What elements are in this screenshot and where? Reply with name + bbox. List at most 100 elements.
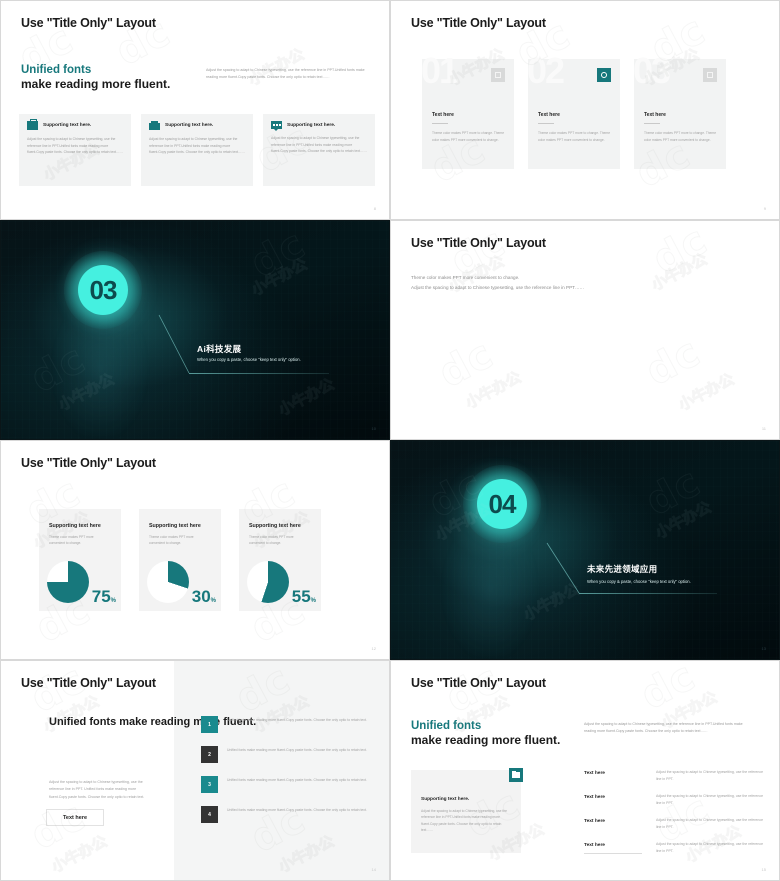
supporting-card[interactable]: Supporting text here. Adjust the spacing… xyxy=(411,768,523,853)
slide1-paragraph: Adjust the spacing to adapt to Chinese t… xyxy=(206,68,365,80)
section-number-circle: 04 xyxy=(477,479,527,529)
pie-card[interactable]: Supporting text here Theme color makes P… xyxy=(39,509,121,611)
page-title: Use "Title Only" Layout xyxy=(21,676,156,690)
supporting-card[interactable]: Supporting text here. Adjust the spacing… xyxy=(19,114,131,186)
pie-chart xyxy=(47,561,89,603)
heading-main-line: make reading more fluent. xyxy=(411,733,561,747)
slide1-card-row: Supporting text here. Adjust the spacing… xyxy=(19,114,375,186)
window-icon[interactable] xyxy=(703,68,717,82)
card-body: Theme color makes PPT more to change. Th… xyxy=(538,131,611,142)
card-number: 02 xyxy=(527,50,565,91)
row-value: Adjust the spacing to adapt to Chinese t… xyxy=(656,842,764,853)
slide-thumbnail-2[interactable]: dc dc 小牛办公 小牛办公 dc dc Use "Title Only" L… xyxy=(390,0,780,220)
supporting-card[interactable]: Supporting text here. Adjust the spacing… xyxy=(263,114,375,186)
numbered-list: 1 Unified fonts make reading more fluent… xyxy=(201,716,381,836)
card-body: Adjust the spacing to adapt to Chinese t… xyxy=(421,809,507,833)
slide5-card-row: Supporting text here Theme color makes P… xyxy=(39,509,321,611)
page-title: Use "Title Only" Layout xyxy=(411,236,546,250)
page-title: Use "Title Only" Layout xyxy=(411,16,546,30)
pie-percent: 55% xyxy=(291,587,316,606)
list-item-text: Unified fonts make reading more fluent.C… xyxy=(227,718,367,722)
card-body: Adjust the spacing to adapt to Chinese t… xyxy=(27,137,123,155)
divider xyxy=(644,123,660,124)
pie-chart xyxy=(247,561,289,603)
section-number-circle: 03 xyxy=(78,265,128,315)
heading-accent-line: Unified fonts xyxy=(411,720,482,732)
label-value-list: Text here Adjust the spacing to adapt to… xyxy=(584,769,764,865)
card-number: 01 xyxy=(421,50,459,91)
list-item[interactable]: 3 Unified fonts make reading more fluent… xyxy=(201,776,381,793)
card-body: Theme color makes PPT more to change. Th… xyxy=(644,131,717,142)
slide-thumbnail-3[interactable]: 03 Ai科技发展 When you copy & paste, choose … xyxy=(0,220,390,440)
slide8-paragraph: Adjust the spacing to adapt to Chinese t… xyxy=(584,722,743,734)
card-body: Theme color makes PPT more convenient to… xyxy=(49,535,94,546)
search-icon[interactable] xyxy=(491,68,505,82)
slide-thumbnail-1[interactable]: dc 小牛办公 dc 小牛办公 dc Use "Title Only" Layo… xyxy=(0,0,390,220)
divider xyxy=(538,123,554,124)
page-number: 15 xyxy=(761,867,766,872)
page-number: 11 xyxy=(761,426,766,431)
heading-accent-line: Unified fonts xyxy=(21,64,92,76)
card-body: Theme color makes PPT more convenient to… xyxy=(249,535,294,546)
slide-thumbnail-5[interactable]: dc 小牛办公 dc 小牛办公 dc dc Use "Title Only" L… xyxy=(0,440,390,660)
card-title: Supporting text here. xyxy=(287,122,336,128)
list-item[interactable]: 2 Unified fonts make reading more fluent… xyxy=(201,746,381,763)
page-number: 12 xyxy=(371,646,376,651)
folder-icon[interactable] xyxy=(509,768,523,782)
card-body: Theme color makes PPT more convenient to… xyxy=(149,535,194,546)
card-number: 03 xyxy=(633,50,671,91)
page-number: 10 xyxy=(371,426,376,431)
watermark-overlay: dc 小牛办公 dc 小牛办公 dc 小牛办公 dc 小牛办公 xyxy=(431,220,738,414)
list-number-badge: 3 xyxy=(201,776,218,793)
gear-icon[interactable] xyxy=(597,68,611,82)
slide7-paragraph: Adjust the spacing to adapt to Chinese t… xyxy=(49,780,145,799)
list-item[interactable]: 1 Unified fonts make reading more fluent… xyxy=(201,716,381,733)
card-title: Text here xyxy=(538,112,560,118)
section-number: 04 xyxy=(488,489,517,519)
section-subheading: When you copy & paste, choose "keep text… xyxy=(587,579,691,584)
slide-thumbnail-7[interactable]: dc 小牛办公 dc 小牛办公 dc 小牛办公 dc 小牛办公 Use "Tit… xyxy=(0,660,390,881)
slide-thumbnail-4[interactable]: dc 小牛办公 dc 小牛办公 dc 小牛办公 dc 小牛办公 Use "Tit… xyxy=(390,220,780,440)
list-number-badge: 4 xyxy=(201,806,218,823)
slide-thumbnail-6[interactable]: 04 未来先进领域应用 When you copy & paste, choos… xyxy=(390,440,780,660)
card-title: Supporting text here. xyxy=(165,123,214,128)
page-number: 14 xyxy=(371,867,376,872)
heading-main-line: make reading more fluent. xyxy=(21,77,171,91)
list-item-text: Unified fonts make reading more fluent.C… xyxy=(227,808,367,812)
list-item[interactable]: 4 Unified fonts make reading more fluent… xyxy=(201,806,381,823)
page-title: Use "Title Only" Layout xyxy=(21,16,156,30)
slide4-body: Theme color makes PPT more convenient to… xyxy=(411,273,584,292)
body-line-2: Adjust the spacing to adapt to Chinese t… xyxy=(411,284,585,290)
page-title: Use "Title Only" Layout xyxy=(411,676,546,690)
supporting-card[interactable]: Supporting text here. Adjust the spacing… xyxy=(141,114,253,186)
list-item[interactable]: Text here Adjust the spacing to adapt to… xyxy=(584,769,764,793)
card-title: Text here xyxy=(644,112,666,118)
slide8-heading: Unified fonts make reading more fluent. xyxy=(411,719,560,748)
pie-card[interactable]: Supporting text here Theme color makes P… xyxy=(139,509,221,611)
numbered-card[interactable]: 02 Text here Theme color makes PPT more … xyxy=(527,53,620,169)
chat-icon xyxy=(271,121,282,131)
text-here-button[interactable]: Text here xyxy=(46,809,104,826)
section-heading: Ai科技发展 xyxy=(197,344,242,354)
underline-rule xyxy=(189,373,329,374)
numbered-card[interactable]: 01 Text here Theme color makes PPT more … xyxy=(421,53,514,169)
list-item[interactable]: Text here Adjust the spacing to adapt to… xyxy=(584,793,764,817)
section-number: 03 xyxy=(89,275,118,305)
list-number-badge: 2 xyxy=(201,746,218,763)
card-title: Supporting text here xyxy=(249,523,301,529)
section-heading: 未来先进领域应用 xyxy=(587,564,658,574)
row-label: Text here xyxy=(584,819,605,824)
list-item[interactable]: Text here Adjust the spacing to adapt to… xyxy=(584,817,764,841)
divider xyxy=(584,853,642,854)
pie-percent: 30% xyxy=(191,587,216,606)
pie-chart xyxy=(147,561,189,603)
page-number: 9 xyxy=(763,206,766,211)
section-subheading: When you copy & paste, choose "keep text… xyxy=(197,357,301,362)
numbered-card[interactable]: 03 Text here Theme color makes PPT more … xyxy=(633,53,726,169)
slide-thumbnail-8[interactable]: dc 小牛办公 dc 小牛办公 dc 小牛办公 dc 小牛办公 Use "Tit… xyxy=(390,660,780,881)
card-title: Supporting text here xyxy=(149,523,201,529)
pie-card[interactable]: Supporting text here Theme color makes P… xyxy=(239,509,321,611)
card-title: Supporting text here. xyxy=(43,123,92,128)
watermark-overlay: dc 小牛办公 dc 小牛办公 dc xyxy=(11,8,319,184)
card-title: Supporting text here. xyxy=(421,797,470,802)
